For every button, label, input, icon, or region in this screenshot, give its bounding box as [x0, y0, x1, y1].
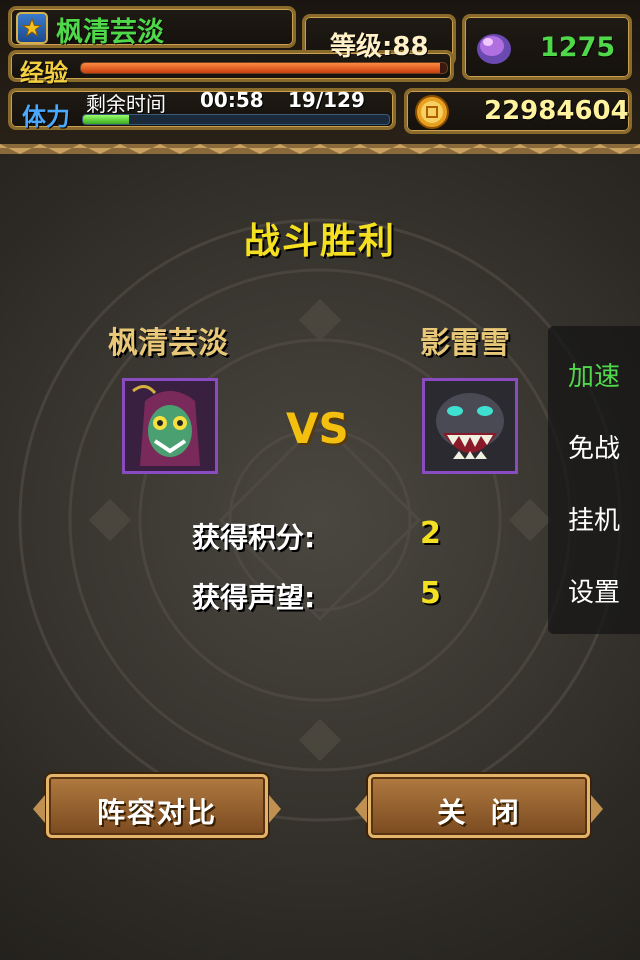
exp-progress-fill — [81, 63, 440, 73]
score-label: 获得积分: — [192, 521, 316, 554]
score-value: 2 — [420, 516, 441, 551]
side-menu-settings[interactable]: 设置 — [548, 572, 640, 609]
rank-badge-icon[interactable] — [16, 12, 48, 44]
stamina-time-label: 剩余时间 — [86, 92, 166, 116]
arrow-right-icon — [269, 795, 281, 823]
battle-result-title: 战斗胜利 — [243, 221, 396, 262]
right-player-avatar[interactable] — [422, 378, 518, 474]
stamina-timer: 00:58 — [200, 88, 264, 112]
hud-divider-rope — [0, 144, 640, 154]
gem-icon — [477, 34, 511, 64]
side-menu: 加速 免战 挂机 设置 — [548, 326, 640, 634]
side-menu-auto-play[interactable]: 挂机 — [548, 500, 640, 537]
stamina-progress-bar — [82, 114, 390, 125]
left-player-avatar[interactable] — [122, 378, 218, 474]
arrow-left-icon — [355, 795, 367, 823]
close-button[interactable]: 关 闭 — [355, 774, 603, 838]
exp-label: 经验 — [20, 59, 68, 87]
left-player-name: 枫清芸淡 — [108, 326, 228, 361]
coin-icon — [415, 95, 449, 129]
coin-count: 22984604 — [484, 96, 629, 126]
gem-count: 1275 — [540, 32, 616, 63]
exp-progress-bar — [80, 62, 448, 74]
right-player-name: 影雷雪 — [420, 326, 510, 361]
side-menu-avoid-battle[interactable]: 免战 — [548, 428, 640, 465]
compare-lineup-label: 阵容对比 — [96, 796, 217, 829]
side-menu-speed-up[interactable]: 加速 — [548, 356, 640, 393]
prestige-label: 获得声望: — [192, 581, 316, 614]
versus-label: VS — [286, 404, 349, 453]
stamina-progress-fill — [83, 115, 129, 124]
stamina-count: 19/129 — [288, 88, 365, 112]
compare-lineup-button[interactable]: 阵容对比 — [33, 774, 281, 838]
player-name: 枫清芸淡 — [56, 17, 164, 48]
arrow-left-icon — [33, 795, 45, 823]
stamina-label: 体力 — [22, 103, 70, 131]
prestige-value: 5 — [420, 576, 441, 611]
close-label: 关 闭 — [437, 796, 521, 829]
player-level: 等级:88 — [330, 32, 429, 62]
arrow-right-icon — [591, 795, 603, 823]
